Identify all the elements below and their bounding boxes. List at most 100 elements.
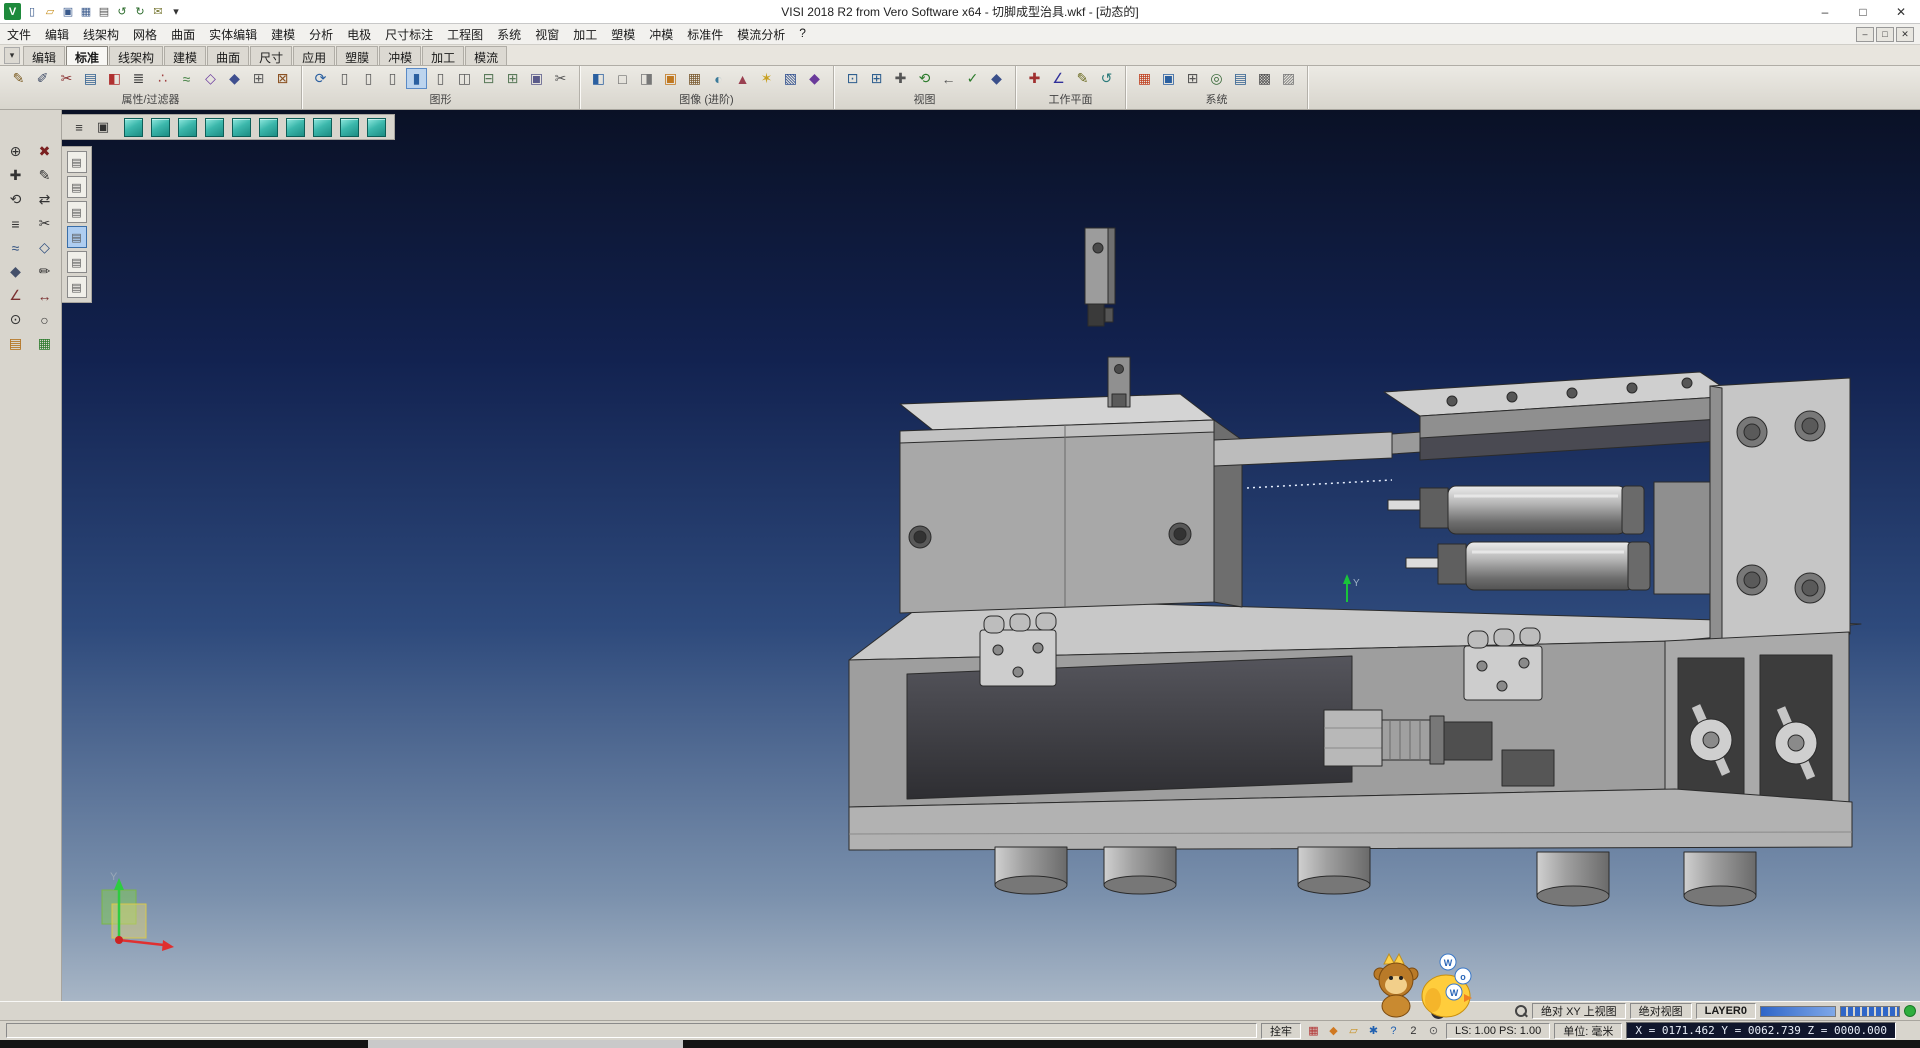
render-icon[interactable]: ▣ (660, 68, 681, 89)
curve-icon[interactable]: ≈ (2, 236, 29, 259)
transparency-icon[interactable]: ◐ (708, 68, 729, 89)
viewport-active-icon[interactable]: ▮ (406, 68, 427, 89)
scale-indicator[interactable]: LS: 1.00 PS: 1.00 (1446, 1023, 1550, 1039)
menu-file[interactable]: 文件 (0, 24, 38, 45)
view-back-icon[interactable] (178, 118, 197, 137)
viewbar-menu-icon[interactable]: ≡ (70, 118, 88, 136)
menu-mesh[interactable]: 网格 (126, 24, 164, 45)
surface-icon[interactable]: ◇ (31, 236, 58, 259)
redo-icon[interactable]: ↻ (131, 3, 149, 21)
gear-status-icon[interactable]: ⊙ (1425, 1023, 1442, 1039)
viewbar-window-icon[interactable]: ▣ (94, 118, 112, 136)
viewport-1-icon[interactable]: ▯ (334, 68, 355, 89)
mdi-restore-button[interactable]: □ (1876, 27, 1894, 42)
save-all-icon[interactable]: ▦ (77, 3, 95, 21)
tab-flow[interactable]: 模流 (465, 46, 507, 65)
split-horizontal-icon[interactable]: ⊟ (478, 68, 499, 89)
rotate-icon[interactable]: ⟲ (2, 188, 29, 211)
menu-edit[interactable]: 编辑 (38, 24, 76, 45)
layers-palette-icon[interactable]: ▤ (2, 332, 29, 355)
view-axono-icon[interactable] (313, 118, 332, 137)
tab-machining[interactable]: 加工 (422, 46, 464, 65)
shaded-icon[interactable]: ◧ (588, 68, 609, 89)
snap-config-icon[interactable]: ▣ (1158, 68, 1179, 89)
distance-icon[interactable]: ↔ (31, 284, 58, 307)
background-icon[interactable]: ▧ (780, 68, 801, 89)
close-button[interactable]: ✕ (1882, 0, 1920, 23)
info-system-icon[interactable]: ▨ (1278, 68, 1299, 89)
viewport-3-icon[interactable]: ▯ (382, 68, 403, 89)
modify-icon[interactable]: ✎ (31, 164, 58, 187)
menu-flow-analysis[interactable]: 模流分析 (730, 24, 792, 45)
color-filter-icon[interactable]: ◧ (104, 68, 125, 89)
menu-window[interactable]: 视窗 (528, 24, 566, 45)
help-status-icon[interactable]: ? (1385, 1023, 1402, 1039)
tools-status-icon[interactable]: ✱ (1365, 1023, 1382, 1039)
views-manager-icon[interactable]: ◆ (986, 68, 1007, 89)
trim-icon[interactable]: ✂ (31, 212, 58, 235)
erase-icon[interactable]: ✖ (31, 140, 58, 163)
curve-filter-icon[interactable]: ≈ (176, 68, 197, 89)
zoom-fit-icon[interactable]: ⊡ (842, 68, 863, 89)
plane-slot-1-icon[interactable]: ▤ (67, 151, 87, 173)
plane-slot-6-icon[interactable]: ▤ (67, 276, 87, 298)
split-view-icon[interactable]: ◫ (454, 68, 475, 89)
capture-icon[interactable]: ✂ (550, 68, 571, 89)
menu-help[interactable]: ? (792, 24, 813, 45)
menu-modeling[interactable]: 建模 (264, 24, 302, 45)
database-icon[interactable]: ▤ (1230, 68, 1251, 89)
view-mode-indicator[interactable]: 绝对 XY 上视图 (1532, 1003, 1626, 1019)
menu-wireframe[interactable]: 线架构 (76, 24, 126, 45)
texture-icon[interactable]: ▦ (684, 68, 705, 89)
mascot[interactable]: W o W (1366, 950, 1472, 1020)
minimize-button[interactable]: – (1806, 0, 1844, 23)
view-bottom-icon[interactable] (286, 118, 305, 137)
absolute-view-indicator[interactable]: 绝对视图 (1630, 1003, 1692, 1019)
menu-die[interactable]: 冲模 (642, 24, 680, 45)
reset-filter-icon[interactable]: ⊠ (272, 68, 293, 89)
menu-mold[interactable]: 塑模 (604, 24, 642, 45)
plane-slot-2-icon[interactable]: ▤ (67, 176, 87, 198)
menu-analysis[interactable]: 分析 (302, 24, 340, 45)
workplane-reset-icon[interactable]: ↺ (1096, 68, 1117, 89)
plane-slot-4-icon[interactable]: ▤ (67, 226, 87, 248)
viewport-4-icon[interactable]: ▯ (430, 68, 451, 89)
workplane-edit-icon[interactable]: ✎ (1072, 68, 1093, 89)
view-iso-icon[interactable] (124, 118, 143, 137)
tab-application[interactable]: 应用 (293, 46, 335, 65)
plane-slot-3-icon[interactable]: ▤ (67, 201, 87, 223)
menu-drafting[interactable]: 工程图 (440, 24, 490, 45)
units-indicator[interactable]: 单位: 毫米 (1554, 1023, 1622, 1039)
folder-status-icon[interactable]: ▱ (1345, 1023, 1362, 1039)
color-table-icon[interactable]: ▦ (1134, 68, 1155, 89)
translate-icon[interactable]: ✚ (2, 164, 29, 187)
count-status-icon[interactable]: 2 (1405, 1023, 1422, 1039)
line-filter-icon[interactable]: ≣ (128, 68, 149, 89)
refresh-view-icon[interactable]: ⟳ (310, 68, 331, 89)
view-right-icon[interactable] (232, 118, 251, 137)
tab-die[interactable]: 冲模 (379, 46, 421, 65)
tab-plastic[interactable]: 塑膜 (336, 46, 378, 65)
print-icon[interactable]: ▤ (95, 3, 113, 21)
tab-standard[interactable]: 标准 (66, 46, 108, 65)
menu-electrode[interactable]: 电极 (340, 24, 378, 45)
point-icon[interactable]: ⊙ (2, 308, 29, 331)
menu-system[interactable]: 系统 (490, 24, 528, 45)
tab-wireframe[interactable]: 线架构 (109, 46, 163, 65)
cad-model-canvas[interactable]: Y Y (62, 110, 1920, 1001)
circle-icon[interactable]: ○ (31, 308, 58, 331)
rotate-view-icon[interactable]: ⟲ (914, 68, 935, 89)
menu-surface[interactable]: 曲面 (164, 24, 202, 45)
undo-icon[interactable]: ↺ (113, 3, 131, 21)
menu-standard-parts[interactable]: 标准件 (680, 24, 730, 45)
view-trimetric-icon[interactable] (340, 118, 359, 137)
new-doc-icon[interactable]: ▯ (23, 3, 41, 21)
open-doc-icon[interactable]: ▱ (41, 3, 59, 21)
tabbar-dropdown-icon[interactable]: ▾ (4, 47, 20, 64)
tab-surface[interactable]: 曲面 (207, 46, 249, 65)
tab-modeling[interactable]: 建模 (164, 46, 206, 65)
taskbar-window-segment[interactable] (368, 1040, 683, 1048)
highlight-icon[interactable]: ✶ (756, 68, 777, 89)
all-filter-icon[interactable]: ⊞ (248, 68, 269, 89)
edit-attributes-icon[interactable]: ✎ (8, 68, 29, 89)
